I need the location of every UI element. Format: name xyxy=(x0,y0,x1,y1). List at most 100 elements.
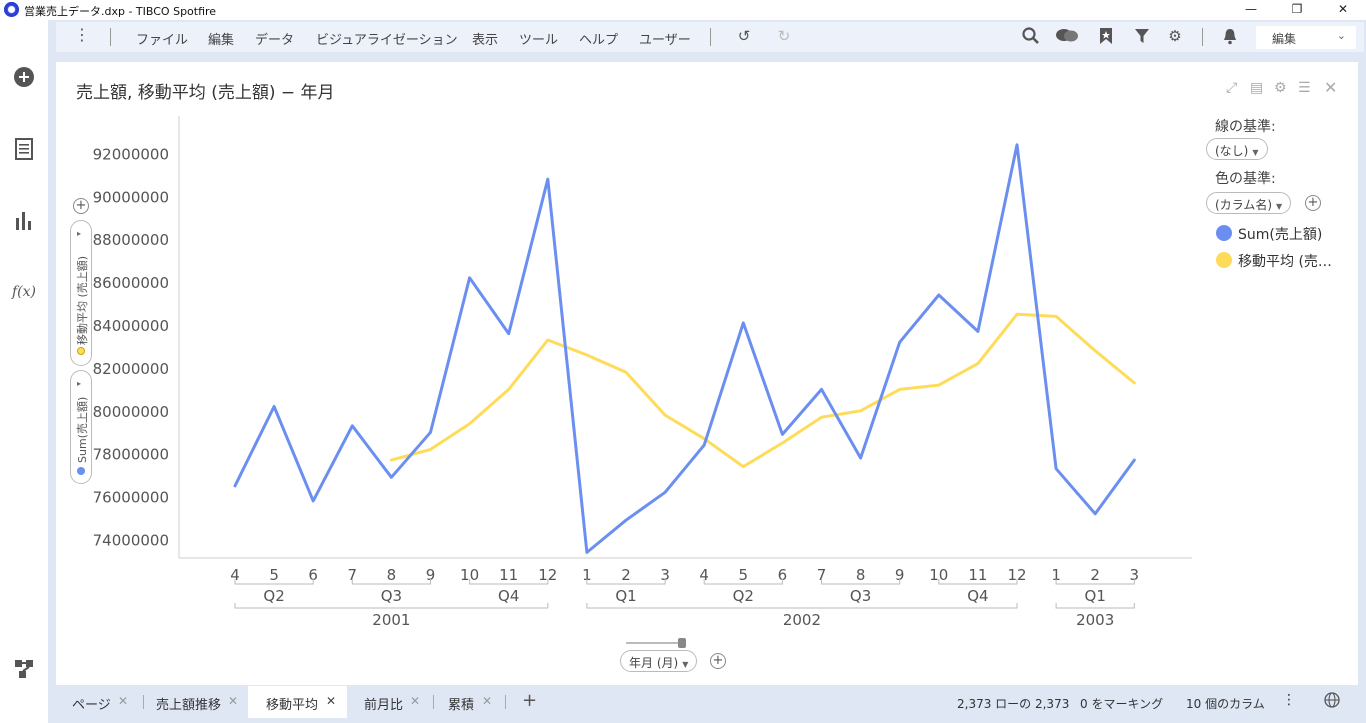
menu-user[interactable]: ユーザー xyxy=(639,29,691,48)
x-tick-label: 2 xyxy=(621,566,631,584)
y-tick-label: 88000000 xyxy=(93,231,169,249)
funnel-glyph xyxy=(1135,29,1149,43)
tab-moving-average[interactable]: 移動平均 ✕ xyxy=(248,686,347,718)
search-icon[interactable] xyxy=(1020,27,1042,47)
close-tab-icon[interactable]: ✕ xyxy=(228,694,238,708)
bookmark-icon[interactable] xyxy=(1096,27,1116,47)
legend-item-sum[interactable]: Sum(売上額) xyxy=(1238,224,1322,244)
menu-help[interactable]: ヘルプ xyxy=(579,29,618,48)
line-by-selector[interactable]: (なし) ▼ xyxy=(1206,138,1268,160)
chevron-down-icon: ⌄ xyxy=(1336,29,1346,42)
add-page-button[interactable]: + xyxy=(522,686,538,718)
legend-item-moving-average[interactable]: 移動平均 (売… xyxy=(1238,251,1332,271)
status-more-icon[interactable]: ⋮ xyxy=(1282,692,1296,708)
close-visualization-icon[interactable]: ✕ xyxy=(1324,78,1337,97)
x-tick-label: 5 xyxy=(739,566,749,584)
x-axis-pill[interactable]: 年月 (月) ▼ xyxy=(620,650,698,672)
properties-gear-icon[interactable]: ⚙ xyxy=(1274,80,1287,96)
collaboration-icon[interactable] xyxy=(1054,27,1080,47)
tab-cumulative[interactable]: 累積 ✕ xyxy=(434,686,506,718)
tab-label: ページ xyxy=(72,698,111,713)
tab-sales-trend[interactable]: 売上額推移 ✕ xyxy=(144,686,248,718)
tab-label: 前月比 xyxy=(364,698,404,713)
language-globe-icon[interactable] xyxy=(1324,692,1340,711)
visualization-types-button[interactable] xyxy=(12,210,36,234)
menu-edit[interactable]: 編集 xyxy=(208,29,234,48)
x-axis-pill-label: 年月 (月) xyxy=(629,656,679,670)
undo-icon[interactable]: ↺ xyxy=(734,27,754,47)
quarter-label: Q2 xyxy=(733,587,754,605)
tab-page[interactable]: ページ ✕ xyxy=(56,686,141,718)
redo-icon[interactable]: ↻ xyxy=(774,27,794,47)
bookmark-glyph xyxy=(1100,28,1112,44)
visualization-title: 売上額, 移動平均 (売上額) − 年月 xyxy=(76,83,335,103)
edit-mode-dropdown[interactable]: 編集 ⌄ xyxy=(1256,26,1356,49)
filter-icon[interactable] xyxy=(1132,27,1152,47)
add-x-column-button[interactable]: + xyxy=(710,653,726,669)
add-color-column-button[interactable]: + xyxy=(1305,195,1321,211)
color-by-selector[interactable]: (カラム名) ▼ xyxy=(1206,192,1292,214)
details-icon[interactable]: ▤ xyxy=(1250,80,1263,96)
close-window-button[interactable]: ✕ xyxy=(1320,0,1366,20)
status-column-count[interactable]: 10 個のカラム xyxy=(1186,695,1265,712)
line-by-label: 線の基準: xyxy=(1215,119,1276,135)
x-axis-range-handle[interactable] xyxy=(678,638,686,648)
close-tab-icon[interactable]: ✕ xyxy=(118,694,128,708)
series-line-moving-average xyxy=(389,312,1136,469)
quarter-label: Q4 xyxy=(967,587,988,605)
minimize-button[interactable]: — xyxy=(1228,0,1274,20)
close-tab-icon[interactable]: ✕ xyxy=(482,694,492,708)
y-tick-label: 82000000 xyxy=(93,360,169,378)
quarter-label: Q1 xyxy=(1085,587,1106,605)
edit-mode-label: 編集 xyxy=(1272,32,1297,46)
legend-swatch-sum[interactable] xyxy=(1216,225,1232,241)
menu-view[interactable]: 表示 xyxy=(472,29,498,48)
menu-data[interactable]: データ xyxy=(255,29,294,48)
data-flow-icon xyxy=(15,660,33,678)
status-marked-count[interactable]: 0 をマーキング xyxy=(1080,695,1163,712)
x-axis-range-slider[interactable] xyxy=(626,642,682,644)
data-table-icon xyxy=(15,138,33,160)
menu-tools[interactable]: ツール xyxy=(519,29,558,48)
window-title: 営業売上データ.dxp - TIBCO Spotfire xyxy=(24,5,217,18)
page-tab-bar: ページ ✕ 売上額推移 ✕ 移動平均 ✕ 前月比 ✕ 累積 ✕ + 2,373 … xyxy=(56,686,1366,718)
line-chart: 74000000 76000000 78000000 80000000 82000000… xyxy=(93,116,1192,629)
y-tick-label: 76000000 xyxy=(93,489,169,507)
settings-gear-icon[interactable]: ⚙ xyxy=(1165,27,1185,47)
data-flow-button[interactable] xyxy=(12,658,36,682)
menu-separator xyxy=(1202,28,1203,46)
data-canvas-button[interactable] xyxy=(12,138,36,162)
quarter-label: Q2 xyxy=(263,587,284,605)
legend-swatch-moving-average[interactable] xyxy=(1216,252,1232,268)
y-tick-label: 78000000 xyxy=(93,446,169,464)
close-tab-icon[interactable]: ✕ xyxy=(326,694,336,708)
window-titlebar: 営業売上データ.dxp - TIBCO Spotfire — ❐ ✕ xyxy=(0,0,1366,20)
chat-bubbles-glyph xyxy=(1056,29,1078,42)
legend-list-icon[interactable]: ☰ xyxy=(1298,80,1311,96)
notification-bell-icon[interactable] xyxy=(1220,27,1240,47)
add-circle-icon xyxy=(14,67,34,87)
spotfire-logo-icon xyxy=(4,2,19,17)
maximize-icon[interactable]: ⤢ xyxy=(1226,80,1237,96)
quarter-label: Q3 xyxy=(381,587,402,605)
menu-visualization[interactable]: ビジュアライゼーション xyxy=(316,29,458,48)
tab-divider xyxy=(505,695,506,709)
tab-month-over-month[interactable]: 前月比 ✕ xyxy=(348,686,434,718)
add-data-button[interactable] xyxy=(12,66,36,90)
x-tick-label: 11 xyxy=(968,566,987,584)
search-glyph xyxy=(1022,27,1039,44)
restore-button[interactable]: ❐ xyxy=(1274,0,1320,20)
tab-label: 売上額推移 xyxy=(156,698,222,713)
quarter-label: Q4 xyxy=(498,587,519,605)
x-tick-label: 8 xyxy=(387,566,397,584)
function-icon[interactable]: f(x) xyxy=(12,284,36,308)
menu-file[interactable]: ファイル xyxy=(136,29,188,48)
color-by-label: 色の基準: xyxy=(1215,171,1276,187)
more-menu-icon[interactable]: ⋮ xyxy=(74,25,90,45)
menu-separator xyxy=(710,28,711,46)
menu-separator xyxy=(110,28,111,46)
y-tick-label: 86000000 xyxy=(93,274,169,292)
line-by-value: (なし) xyxy=(1215,144,1249,158)
close-tab-icon[interactable]: ✕ xyxy=(410,694,420,708)
series-line-sum xyxy=(233,143,1136,554)
